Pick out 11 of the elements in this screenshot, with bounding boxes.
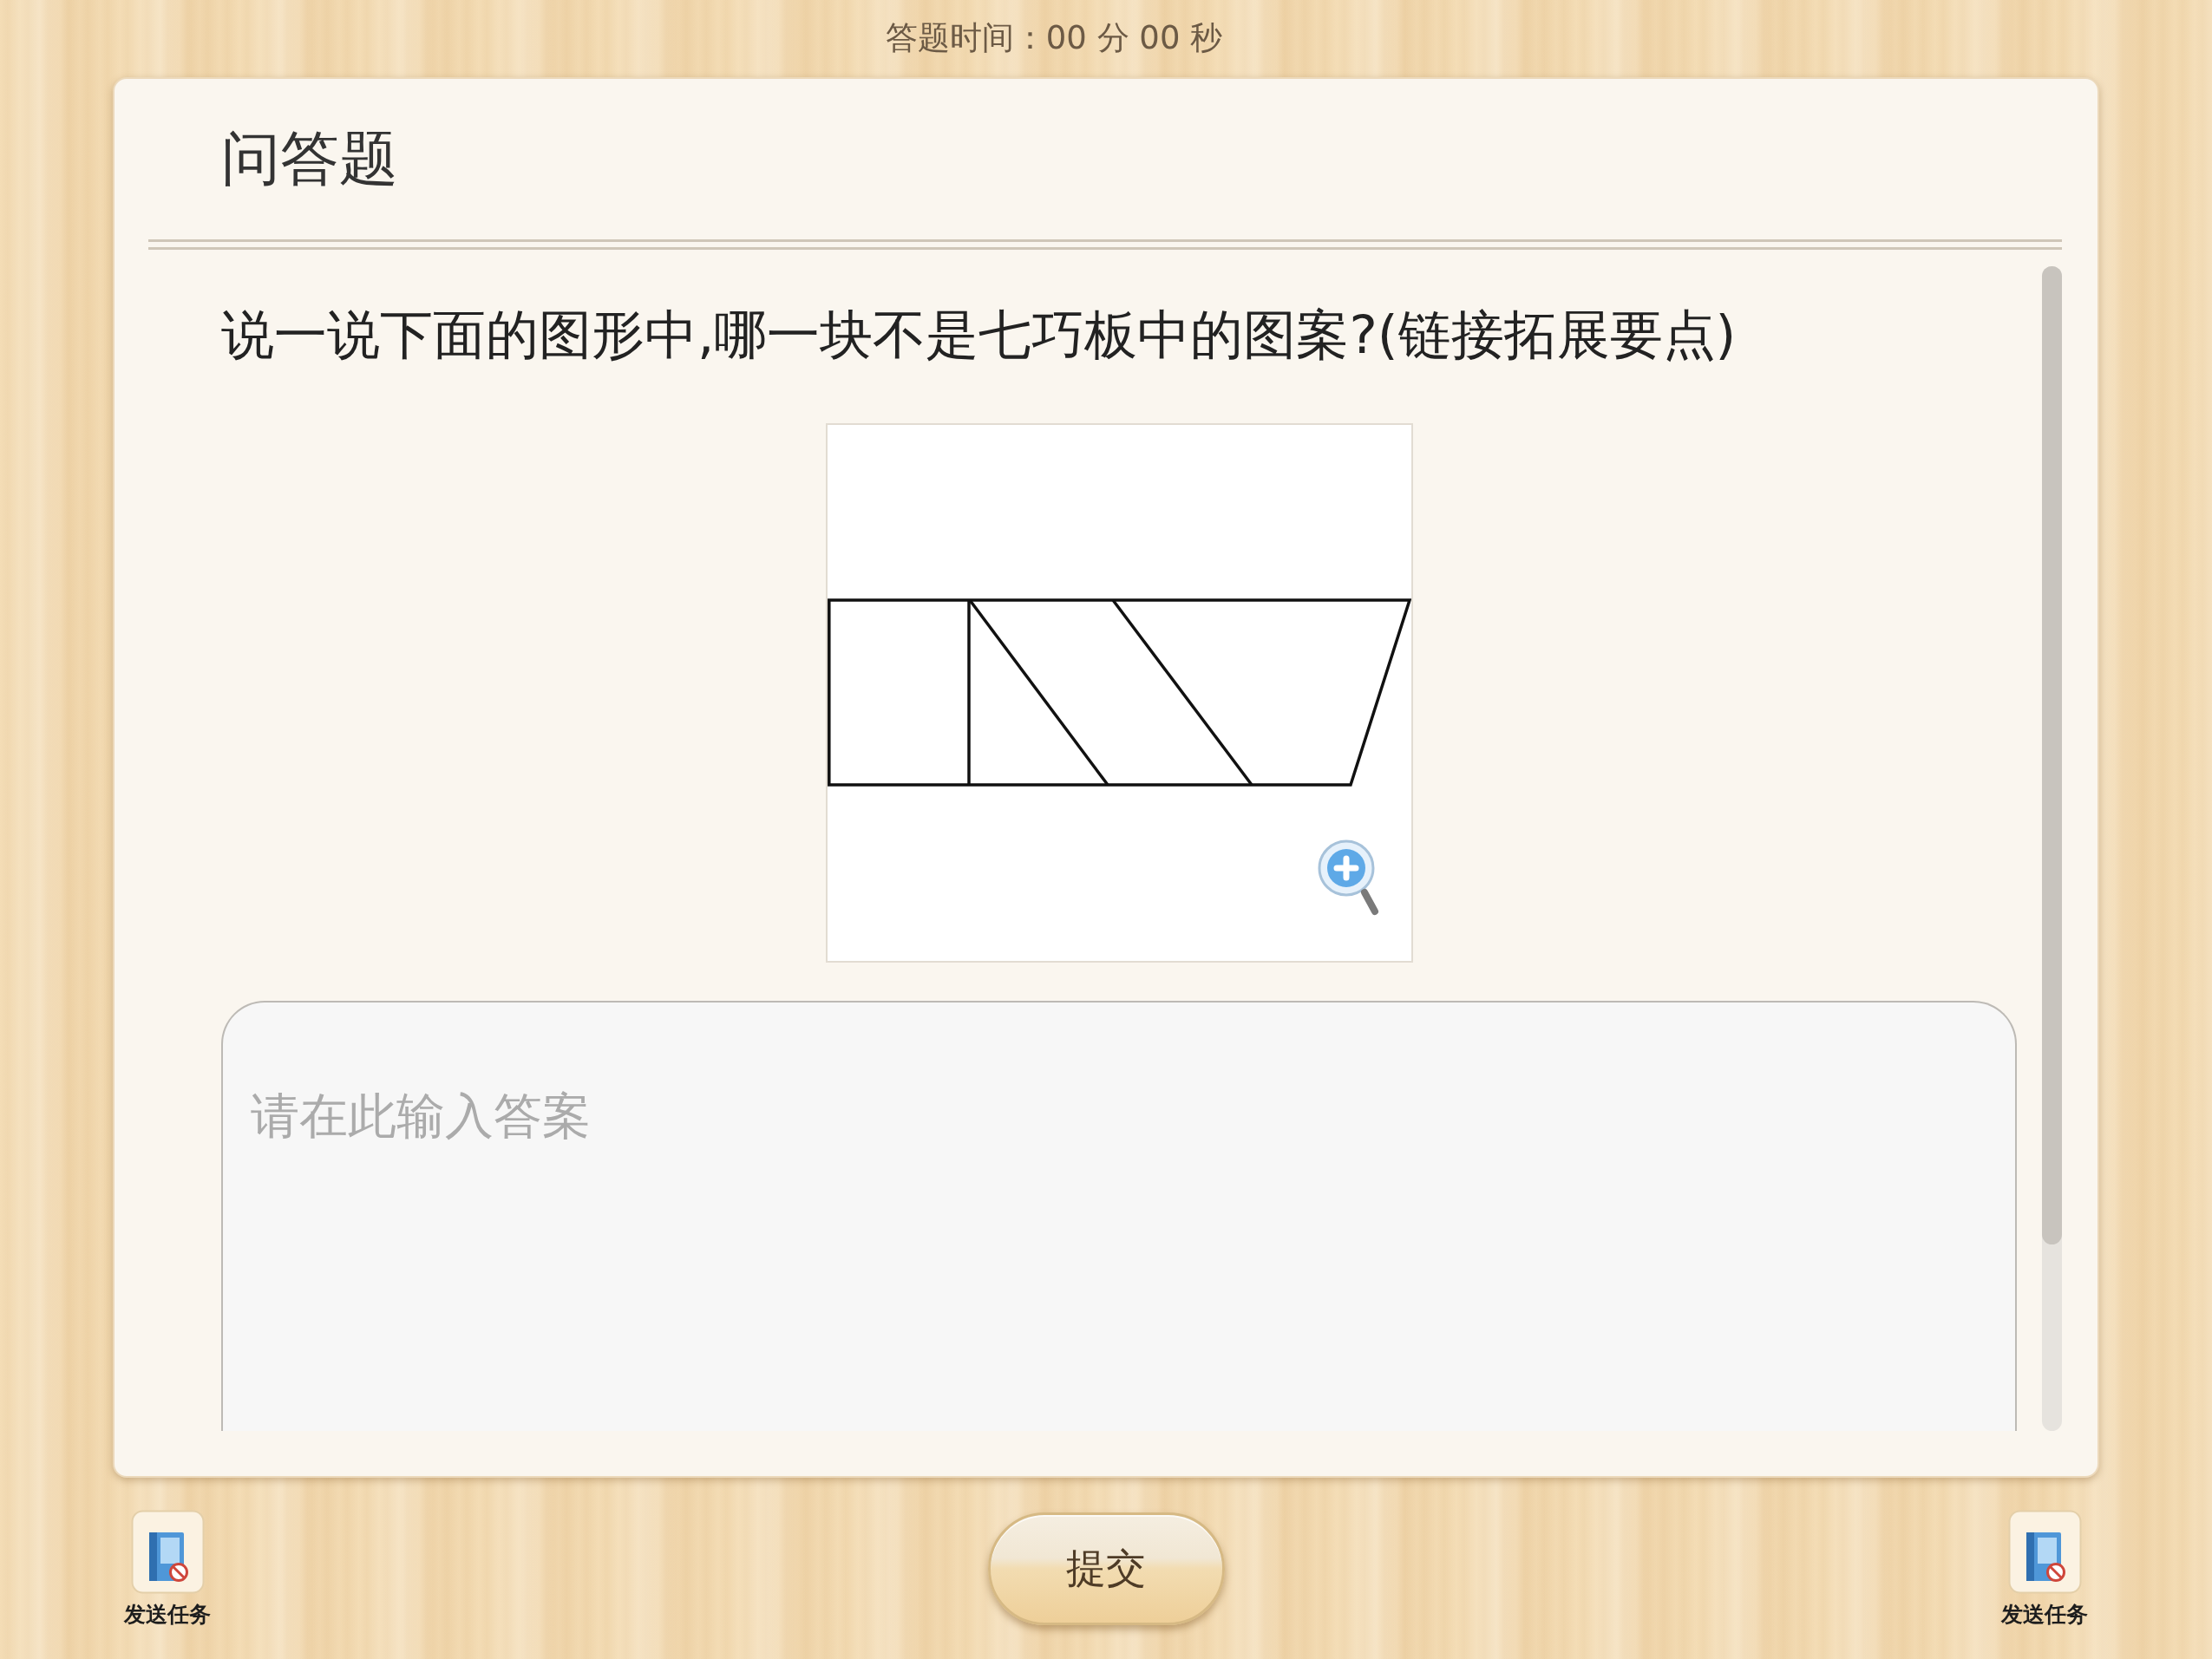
- submit-button[interactable]: 提交: [987, 1512, 1225, 1625]
- notebook-prohibited-icon: [2007, 1510, 2082, 1595]
- send-task-button[interactable]: 发送任务: [2001, 1510, 2088, 1627]
- send-task-button[interactable]: 发送任务: [124, 1510, 211, 1627]
- scrollbar-thumb[interactable]: [2042, 266, 2062, 1245]
- timer-text: 答题时间：00 分 00 秒: [885, 21, 1223, 56]
- question-text: 说一说下面的图形中,哪一块不是七巧板中的图案?(链接拓展要点): [221, 303, 1737, 367]
- scrollbar-track[interactable]: [2042, 266, 2062, 1431]
- question-type-title: 问答题: [221, 125, 398, 193]
- answer-field[interactable]: 请在此输入答案: [221, 1001, 2017, 1431]
- notebook-prohibited-icon: [130, 1510, 205, 1595]
